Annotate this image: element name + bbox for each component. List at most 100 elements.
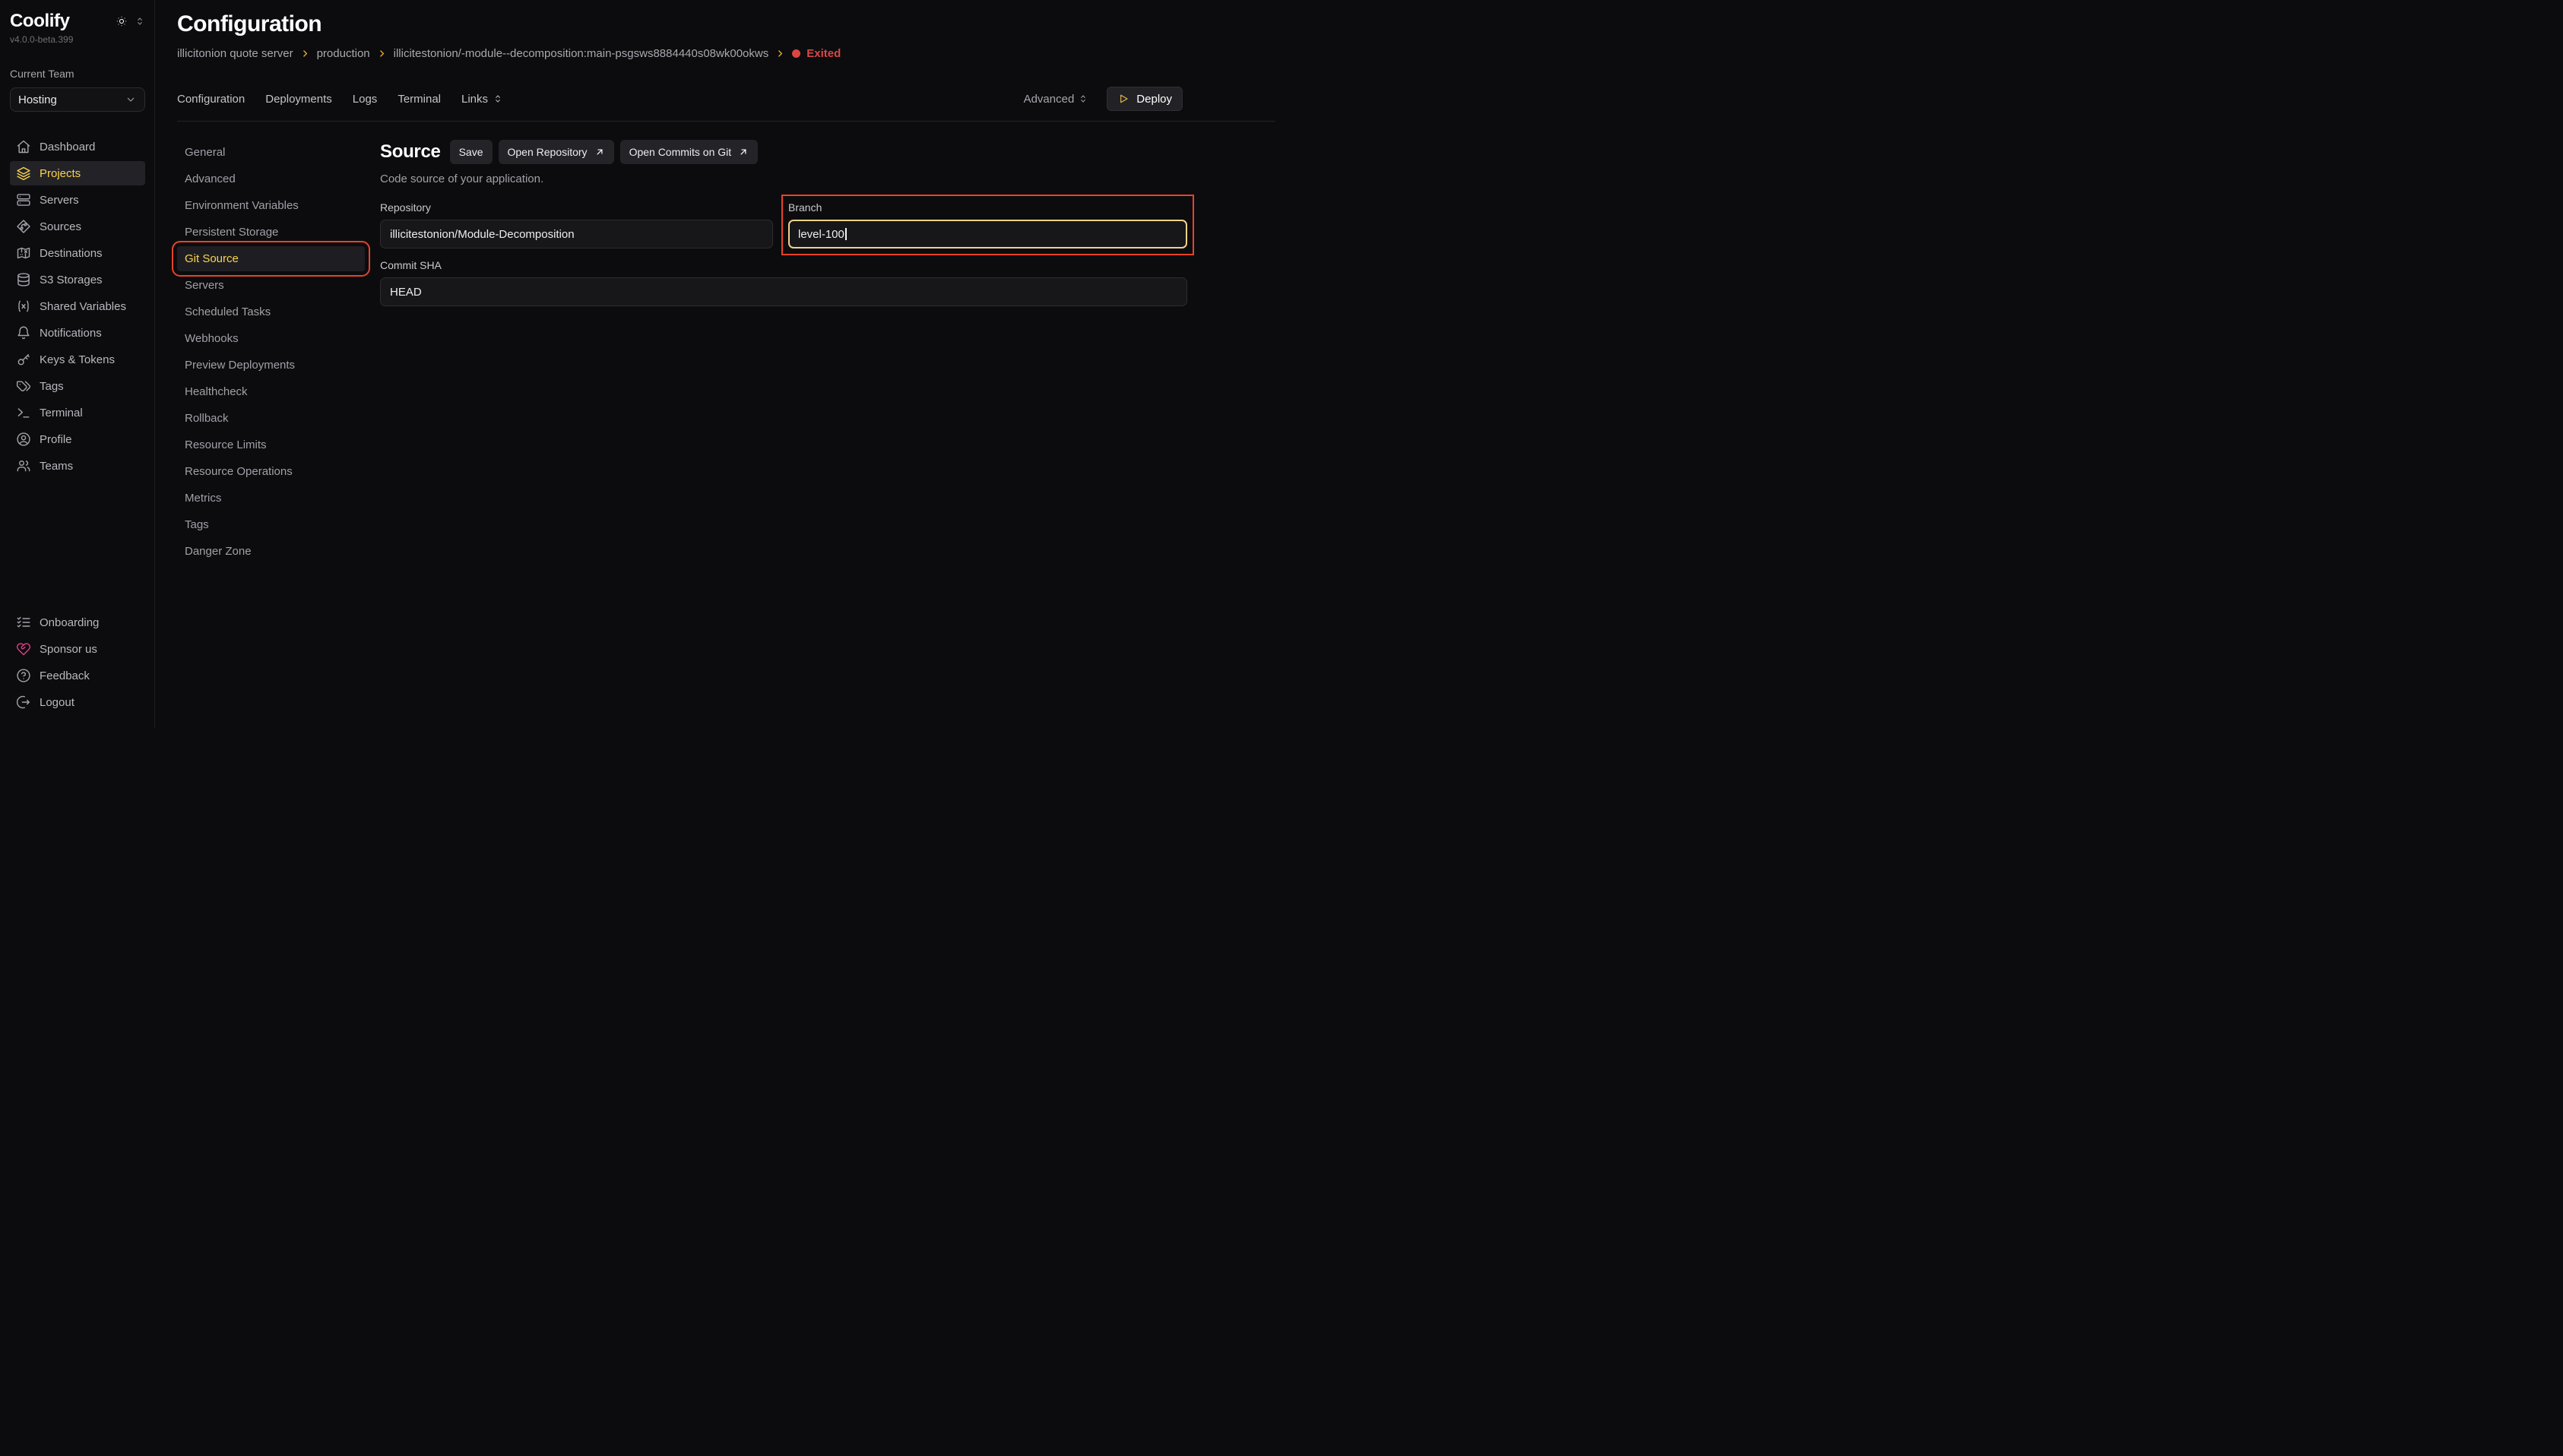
subnav-item-webhooks[interactable]: Webhooks (177, 326, 365, 351)
list-checks-icon (16, 615, 31, 630)
tags-icon (16, 378, 31, 394)
sidebar-item-servers[interactable]: Servers (10, 188, 145, 212)
sidebar-item-notifications[interactable]: Notifications (10, 321, 145, 345)
open-commits-button[interactable]: Open Commits on Git (620, 140, 759, 164)
branch-label: Branch (788, 201, 1187, 214)
deploy-button[interactable]: Deploy (1107, 87, 1183, 111)
subnav-item-preview-deployments[interactable]: Preview Deployments (177, 353, 365, 378)
sidebar-item-label: Projects (40, 167, 81, 180)
sidebar-item-label: Logout (40, 696, 74, 709)
header-divider (177, 121, 1275, 122)
play-icon (1117, 93, 1129, 105)
subnav-item-advanced[interactable]: Advanced (177, 166, 365, 191)
save-button[interactable]: Save (450, 140, 493, 164)
subnav-item-healthcheck[interactable]: Healthcheck (177, 379, 365, 404)
breadcrumb-item[interactable]: illicitonion quote server (177, 47, 293, 60)
commit-sha-field: Commit SHA HEAD (380, 259, 1187, 306)
repository-input[interactable]: illicitestonion/Module-Decomposition (380, 220, 773, 248)
sun-icon[interactable] (116, 15, 128, 27)
subnav-item-general[interactable]: General (177, 140, 365, 165)
chevrons-up-down-icon[interactable] (135, 16, 145, 27)
sidebar-item-label: Profile (40, 433, 72, 446)
sidebar-item-onboarding[interactable]: Onboarding (10, 610, 145, 635)
tab-links[interactable]: Links (461, 93, 503, 106)
tab-deployments[interactable]: Deployments (265, 93, 332, 106)
branch-input[interactable]: level-100 (788, 220, 1187, 248)
sidebar-item-profile[interactable]: Profile (10, 427, 145, 451)
open-repository-label: Open Repository (508, 146, 588, 158)
home-icon (16, 139, 31, 154)
subnav-item-servers[interactable]: Servers (177, 273, 365, 298)
sidebar-item-tags[interactable]: Tags (10, 374, 145, 398)
app-logo[interactable]: Coolify (10, 11, 70, 32)
tab-bar: Configuration Deployments Logs Terminal Link… (177, 93, 503, 106)
subnav-item-resource-limits[interactable]: Resource Limits (177, 432, 365, 457)
status-label: Exited (806, 47, 841, 60)
app-root: Coolify v4.0.0-beta.399 Current Team Hos… (0, 0, 1282, 728)
sidebar-item-label: Sources (40, 220, 81, 233)
repository-value: illicitestonion/Module-Decomposition (390, 228, 575, 241)
advanced-label: Advanced (1024, 93, 1075, 106)
advanced-menu[interactable]: Advanced (1024, 93, 1089, 106)
tab-terminal[interactable]: Terminal (398, 93, 441, 106)
tab-logs[interactable]: Logs (353, 93, 378, 106)
text-caret (845, 228, 847, 240)
subnav-item-rollback[interactable]: Rollback (177, 406, 365, 431)
terminal-icon (16, 405, 31, 420)
repository-field: Repository illicitestonion/Module-Decomp… (380, 201, 773, 248)
sidebar-item-s3-storages[interactable]: S3 Storages (10, 267, 145, 292)
breadcrumb-item[interactable]: production (317, 47, 370, 60)
sidebar-item-terminal[interactable]: Terminal (10, 400, 145, 425)
subnav-item-persistent-storage[interactable]: Persistent Storage (177, 220, 365, 245)
sidebar-header-icons (116, 15, 145, 27)
chevron-down-icon (125, 93, 137, 106)
breadcrumb-item[interactable]: illicitestonion/-module--decomposition:m… (394, 47, 769, 60)
subnav-item-tags[interactable]: Tags (177, 512, 365, 537)
subnav-item-scheduled-tasks[interactable]: Scheduled Tasks (177, 299, 365, 324)
commit-sha-label: Commit SHA (380, 259, 1187, 271)
team-select-value: Hosting (18, 93, 57, 106)
sidebar-item-sponsor-us[interactable]: Sponsor us (10, 637, 145, 661)
sidebar-spacer (10, 478, 145, 587)
sidebar-item-sources[interactable]: Sources (10, 214, 145, 239)
bell-icon (16, 325, 31, 340)
subnav-item-environment-variables[interactable]: Environment Variables (177, 193, 365, 218)
variable-icon (16, 299, 31, 314)
subnav-item-metrics[interactable]: Metrics (177, 486, 365, 511)
external-link-icon (738, 147, 749, 157)
logout-icon (16, 695, 31, 710)
current-team-label: Current Team (10, 68, 145, 80)
sidebar-item-projects[interactable]: Projects (10, 161, 145, 185)
settings-subnav: GeneralAdvancedEnvironment VariablesPers… (177, 140, 365, 565)
page-title: Configuration (177, 11, 1282, 38)
commit-sha-input[interactable]: HEAD (380, 277, 1187, 306)
sidebar-item-shared-variables[interactable]: Shared Variables (10, 294, 145, 318)
subnav-item-git-source[interactable]: Git Source (177, 246, 365, 271)
status-dot (792, 49, 800, 58)
sidebar-footer-nav: Onboarding Sponsor us Feedback Logout (10, 610, 145, 714)
open-repository-button[interactable]: Open Repository (499, 140, 614, 164)
subnav-item-danger-zone[interactable]: Danger Zone (177, 539, 365, 564)
sidebar-item-dashboard[interactable]: Dashboard (10, 135, 145, 159)
team-select[interactable]: Hosting (10, 87, 145, 112)
sidebar-nav: Dashboard Projects Servers Sources Destinati… (10, 135, 145, 478)
tab-configuration[interactable]: Configuration (177, 93, 245, 106)
heart-icon (16, 641, 31, 657)
logo-row: Coolify (10, 11, 145, 32)
sidebar-item-feedback[interactable]: Feedback (10, 663, 145, 688)
sidebar-item-logout[interactable]: Logout (10, 690, 145, 714)
git-diamond-icon (16, 219, 31, 234)
repository-label: Repository (380, 201, 773, 214)
server-icon (16, 192, 31, 207)
branch-field: Branch level-100 (788, 201, 1187, 248)
subnav-item-resource-operations[interactable]: Resource Operations (177, 459, 365, 484)
sidebar-item-label: Onboarding (40, 616, 99, 629)
sidebar-item-label: Shared Variables (40, 300, 126, 313)
sidebar-item-keys-tokens[interactable]: Keys & Tokens (10, 347, 145, 372)
sidebar-item-teams[interactable]: Teams (10, 454, 145, 478)
sidebar-item-label: Servers (40, 194, 79, 207)
main-content: Configuration illicitonion quote server p… (155, 0, 1282, 728)
sidebar-item-destinations[interactable]: Destinations (10, 241, 145, 265)
sidebar-item-label: Sponsor us (40, 643, 97, 656)
deploy-label: Deploy (1136, 93, 1172, 106)
